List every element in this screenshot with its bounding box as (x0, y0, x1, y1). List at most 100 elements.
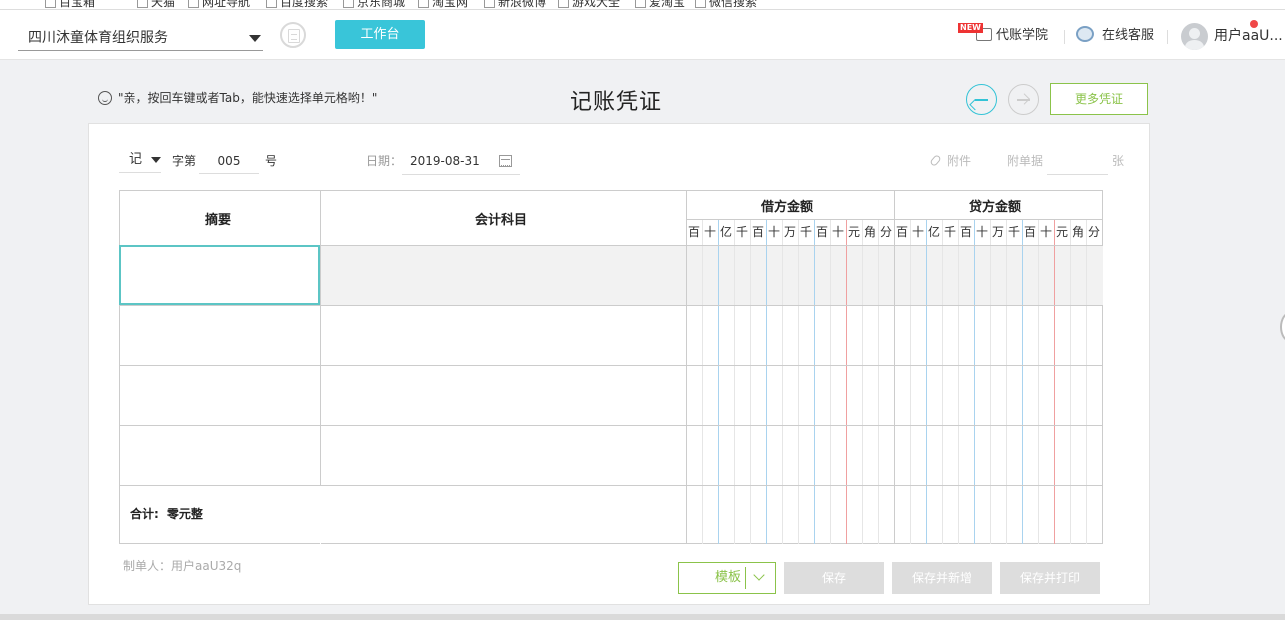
divider (1167, 30, 1168, 44)
bookmark-item[interactable]: 淘宝网 (418, 0, 468, 9)
credit-cell[interactable] (895, 426, 1102, 484)
academy-label: 代账学院 (996, 28, 1049, 43)
online-service-link[interactable]: 在线客服 (1076, 25, 1154, 47)
voucher-type-select[interactable]: 记 (119, 150, 161, 173)
summary-cell-active[interactable] (119, 245, 320, 305)
voucher-meta: 记 字第 005 号 日期： 2019-08-31 附件 附单据 张 (89, 124, 1149, 184)
amount-unit-label: 千 (799, 225, 812, 239)
attachment-link[interactable]: 附件 (929, 152, 972, 169)
side-widget[interactable] (1280, 312, 1285, 342)
amount-unit-label: 十 (767, 225, 780, 239)
template-label: 模板 (714, 570, 741, 585)
user-menu[interactable]: 用户aaU... (1181, 20, 1283, 51)
bookmark-item[interactable]: 百宝箱 (45, 0, 95, 9)
summary-cell[interactable] (120, 306, 319, 364)
more-vouchers-button[interactable]: 更多凭证 (1050, 83, 1148, 115)
academy-link[interactable]: NEW 代账学院 (958, 23, 1049, 47)
chevron-down-icon (151, 157, 161, 163)
subject-cell[interactable] (321, 366, 685, 424)
voucher-table: 摘要 会计科目 借方金额 贷方金额百十亿千百十万千百十元角分百十亿千百十万千百十元角分… (119, 190, 1103, 544)
attached-docs-input[interactable] (1047, 148, 1108, 175)
amount-unit-label: 角 (1071, 225, 1084, 239)
amount-unit-label: 十 (975, 225, 988, 239)
chevron-down-icon[interactable] (753, 569, 765, 581)
date-label: 日期： (366, 154, 403, 168)
subject-cell[interactable] (321, 246, 685, 304)
debit-cell[interactable] (687, 306, 893, 364)
voucher-number-input[interactable]: 005 (199, 148, 259, 174)
amount-unit-label: 亿 (927, 225, 940, 239)
amount-unit-label: 百 (895, 225, 908, 239)
workbench-button[interactable]: 工作台 (335, 20, 425, 49)
subject-cell[interactable] (321, 426, 685, 484)
date-input[interactable]: 2019-08-31 (402, 148, 520, 175)
maker-info: 制单人：用户aaU32q (123, 559, 242, 573)
save-and-print-button[interactable]: 保存并打印 (1000, 562, 1100, 594)
bottom-strip (0, 614, 1285, 620)
amount-unit-label: 百 (687, 225, 700, 239)
bookmark-bar: 百宝箱 天猫 网址导航 百度搜索 京东商城 淘宝网 新浪微博 游戏大全 爱淘宝 微信搜索 (0, 0, 1285, 10)
chevron-down-icon (249, 35, 261, 42)
service-label: 在线客服 (1102, 28, 1155, 43)
credit-cell[interactable] (895, 306, 1102, 364)
amount-unit-label: 千 (943, 225, 956, 239)
save-button[interactable]: 保存 (784, 562, 884, 594)
attached-docs-label: 附单据 (1007, 154, 1044, 168)
total-prefix: 合计: (130, 507, 159, 521)
avatar (1181, 22, 1208, 50)
page-title: 记账凭证 (570, 90, 663, 115)
prev-voucher-button[interactable] (966, 84, 997, 115)
bookmark-item[interactable]: 百度搜索 (266, 0, 328, 9)
top-bar: 四川沐童体育组织服务 工作台 NEW 代账学院 在线客服 用户aaU... (0, 10, 1285, 60)
headset-icon (1076, 26, 1094, 42)
bookmark-item[interactable]: 微信搜索 (695, 0, 757, 9)
summary-cell[interactable] (120, 426, 319, 484)
zi-di-label: 字第 (172, 154, 197, 168)
amount-unit-label: 百 (815, 225, 828, 239)
divider (1064, 30, 1065, 44)
credit-cell[interactable] (895, 366, 1102, 424)
bookmark-item[interactable]: 京东商城 (343, 0, 405, 9)
company-select[interactable]: 四川沐童体育组织服务 (18, 27, 263, 51)
debit-cell[interactable] (687, 246, 893, 304)
divider (745, 567, 746, 589)
date-value: 2019-08-31 (410, 154, 480, 168)
keyboard-tip: "亲，按回车键或者Tab，能快速选择单元格哟！" (98, 89, 377, 106)
amount-unit-label: 十 (911, 225, 924, 239)
amount-unit-label: 亿 (719, 225, 732, 239)
amount-unit-label: 十 (831, 225, 844, 239)
amount-unit-label: 百 (1023, 225, 1036, 239)
amount-unit-label: 十 (1039, 225, 1052, 239)
bookmark-item[interactable]: 爱淘宝 (635, 0, 685, 9)
bookmark-item[interactable]: 游戏大全 (558, 0, 620, 9)
credit-cell[interactable] (895, 246, 1102, 304)
calendar-icon[interactable] (280, 22, 306, 48)
hao-label: 号 (265, 154, 278, 168)
notification-dot (1250, 20, 1258, 28)
amount-unit-label: 百 (959, 225, 972, 239)
summary-cell[interactable] (120, 366, 319, 424)
amount-header-divider (686, 219, 1103, 220)
total-row-merge (320, 486, 321, 544)
bookmark-item[interactable]: 新浪微博 (484, 0, 546, 9)
bookmark-item[interactable]: 网址导航 (188, 0, 250, 9)
next-voucher-button[interactable] (1008, 84, 1039, 115)
debit-cell[interactable] (687, 426, 893, 484)
amount-unit-label: 千 (1007, 225, 1020, 239)
amount-unit-label: 百 (751, 225, 764, 239)
bookmark-item[interactable]: 天猫 (137, 0, 175, 9)
amount-unit-label: 分 (879, 225, 892, 239)
company-name: 四川沐童体育组织服务 (28, 30, 168, 46)
save-and-new-button[interactable]: 保存并新增 (892, 562, 992, 594)
template-button[interactable]: 模板 (678, 562, 776, 594)
col-subject-header: 会计科目 (475, 213, 528, 228)
sheet-unit-label: 张 (1112, 154, 1125, 168)
smile-icon (98, 91, 112, 105)
calendar-icon[interactable] (499, 155, 512, 167)
subject-cell[interactable] (321, 306, 685, 364)
attachment-label: 附件 (947, 154, 972, 168)
voucher-panel: 记 字第 005 号 日期： 2019-08-31 附件 附单据 张 摘要 会计科… (88, 123, 1150, 605)
amount-unit-label: 万 (991, 225, 1004, 239)
amount-unit-label: 万 (783, 225, 796, 239)
debit-cell[interactable] (687, 366, 893, 424)
